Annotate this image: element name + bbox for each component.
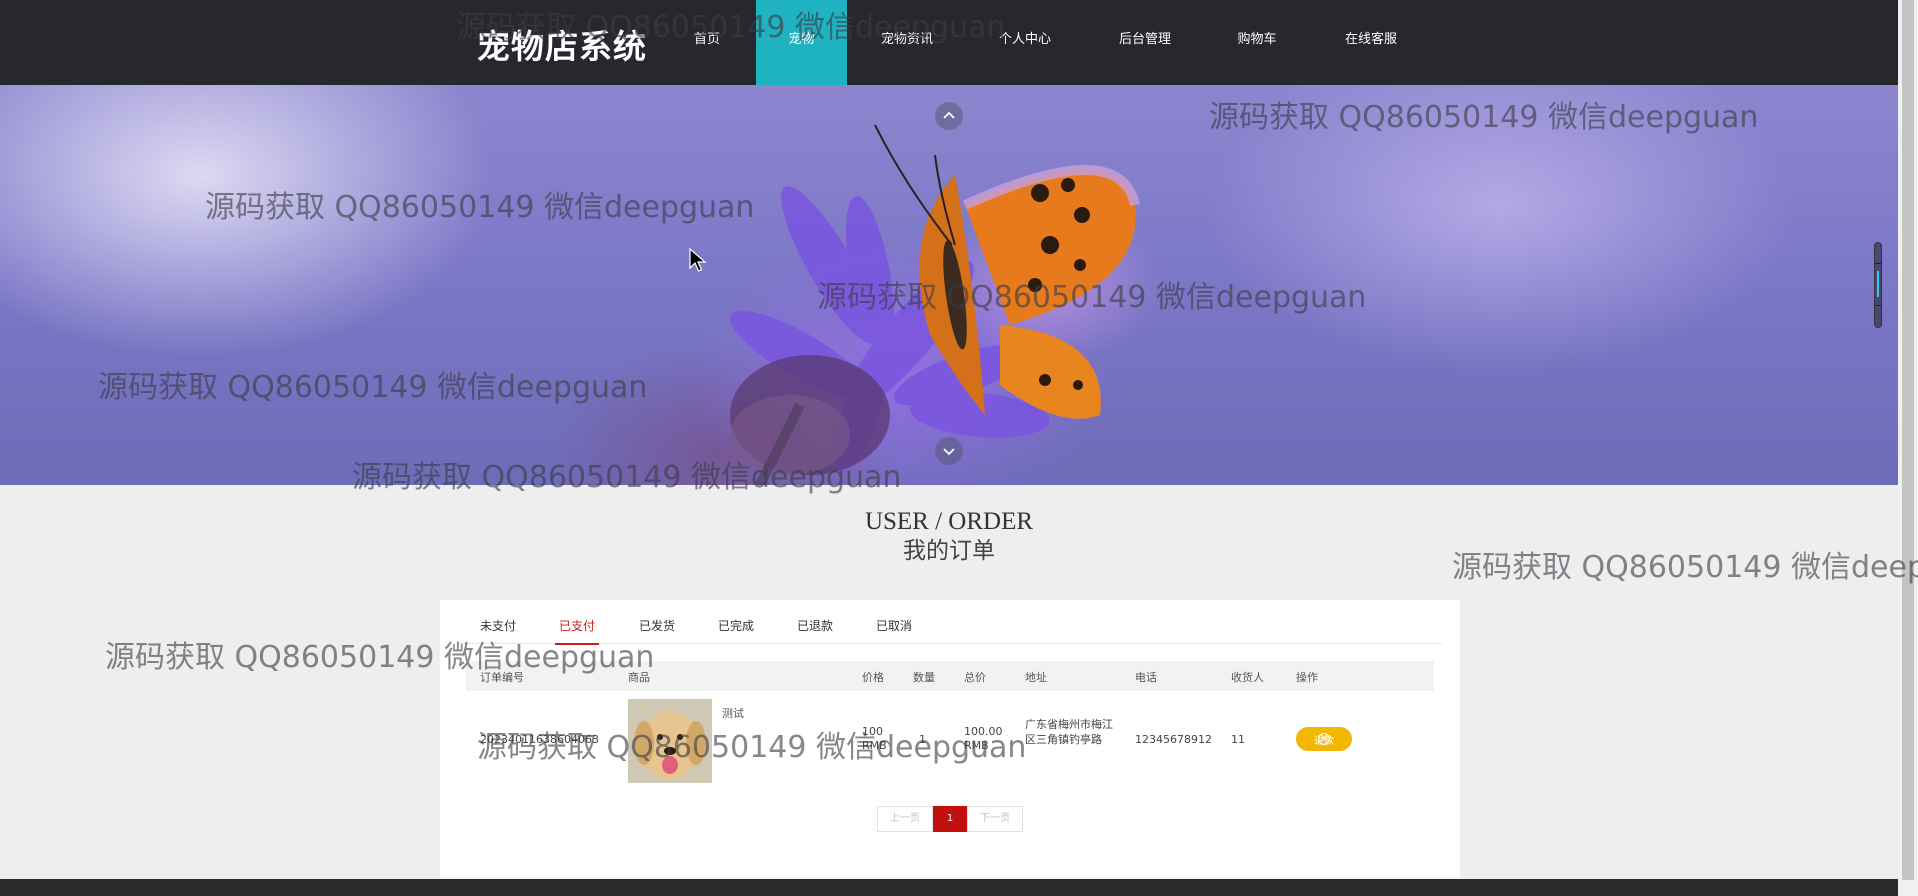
tab-refunded[interactable]: 已退款 [796,617,834,643]
section-title-zh: 我的订单 [903,538,995,563]
scrollbar-thumb[interactable] [1902,0,1914,880]
price-unit: RMB [862,739,887,752]
total-value: 100.00 [964,725,1003,738]
col-price: 价格 [862,671,884,684]
hero-banner [0,85,1898,485]
quantity-value: 1 [919,733,926,746]
page-1-button[interactable]: 1 [933,806,967,832]
site-brand[interactable]: 宠物店系统 [477,20,647,68]
nav-pets[interactable]: 宠物 [756,0,847,85]
order-number: 20234011638604063 [480,733,599,746]
butterfly-flower-image [729,124,1140,485]
col-order-no: 订单编号 [480,671,524,684]
mouse-cursor-icon [689,248,707,272]
order-panel: 未支付 已支付 已发货 已完成 已退款 已取消 订单编号 商品 价格 数量 总价… [440,600,1460,878]
table-row: 20234011638604063 测试 100 RMB 1 100.00 RM… [466,697,1434,785]
col-action: 操作 [1296,671,1318,684]
product-image[interactable] [628,699,712,783]
prev-page-button[interactable]: 上一页 [877,806,933,832]
col-quantity: 数量 [913,671,935,684]
nav-home[interactable]: 首页 [672,0,742,85]
phone-value: 12345678912 [1135,733,1212,746]
tab-shipped[interactable]: 已发货 [638,617,676,643]
price-value: 100 [862,725,883,738]
refund-button[interactable]: ¥ 退款 [1296,727,1352,751]
col-total: 总价 [964,671,986,684]
section-title: USER / ORDER 我的订单 [0,507,1898,565]
page-scrollbar[interactable] [1898,0,1918,896]
top-navbar: 宠物店系统 首页 宠物 宠物资讯 个人中心 后台管理 购物车 在线客服 [0,0,1898,85]
slide-next-button[interactable] [935,437,963,465]
slide-prev-button[interactable] [935,102,963,130]
chevron-up-icon [943,111,955,119]
tab-paid[interactable]: 已支付 [555,617,599,645]
tab-completed[interactable]: 已完成 [717,617,755,643]
footer-bar [0,879,1898,896]
side-slide-indicator[interactable] [1874,242,1882,328]
nav-user-center[interactable]: 个人中心 [982,0,1068,85]
col-receiver: 收货人 [1231,671,1264,684]
dog-photo [628,699,712,783]
refund-button-label: 退款 [1314,735,1334,747]
tab-cancelled[interactable]: 已取消 [875,617,913,643]
section-title-en: USER / ORDER [864,508,1034,535]
nav-cart[interactable]: 购物车 [1222,0,1292,85]
nav-online-service[interactable]: 在线客服 [1328,0,1414,85]
col-phone: 电话 [1135,671,1157,684]
address-value: 广东省梅州市梅江区三角镇钓亭路 [1025,718,1113,746]
nav-pet-news[interactable]: 宠物资讯 [864,0,950,85]
order-table-header: 订单编号 商品 价格 数量 总价 地址 电话 收货人 操作 [466,661,1434,691]
order-status-tabs: 未支付 已支付 已发货 已完成 已退款 已取消 [458,600,1442,645]
product-name[interactable]: 测试 [722,705,744,721]
next-page-button[interactable]: 下一页 [967,806,1023,832]
col-product: 商品 [628,671,650,684]
receiver-value: 11 [1231,733,1245,746]
tab-unpaid[interactable]: 未支付 [479,617,517,643]
chevron-down-icon [943,448,955,456]
total-unit: RMB [964,739,989,752]
col-address: 地址 [1025,671,1047,684]
nav-admin[interactable]: 后台管理 [1102,0,1188,85]
